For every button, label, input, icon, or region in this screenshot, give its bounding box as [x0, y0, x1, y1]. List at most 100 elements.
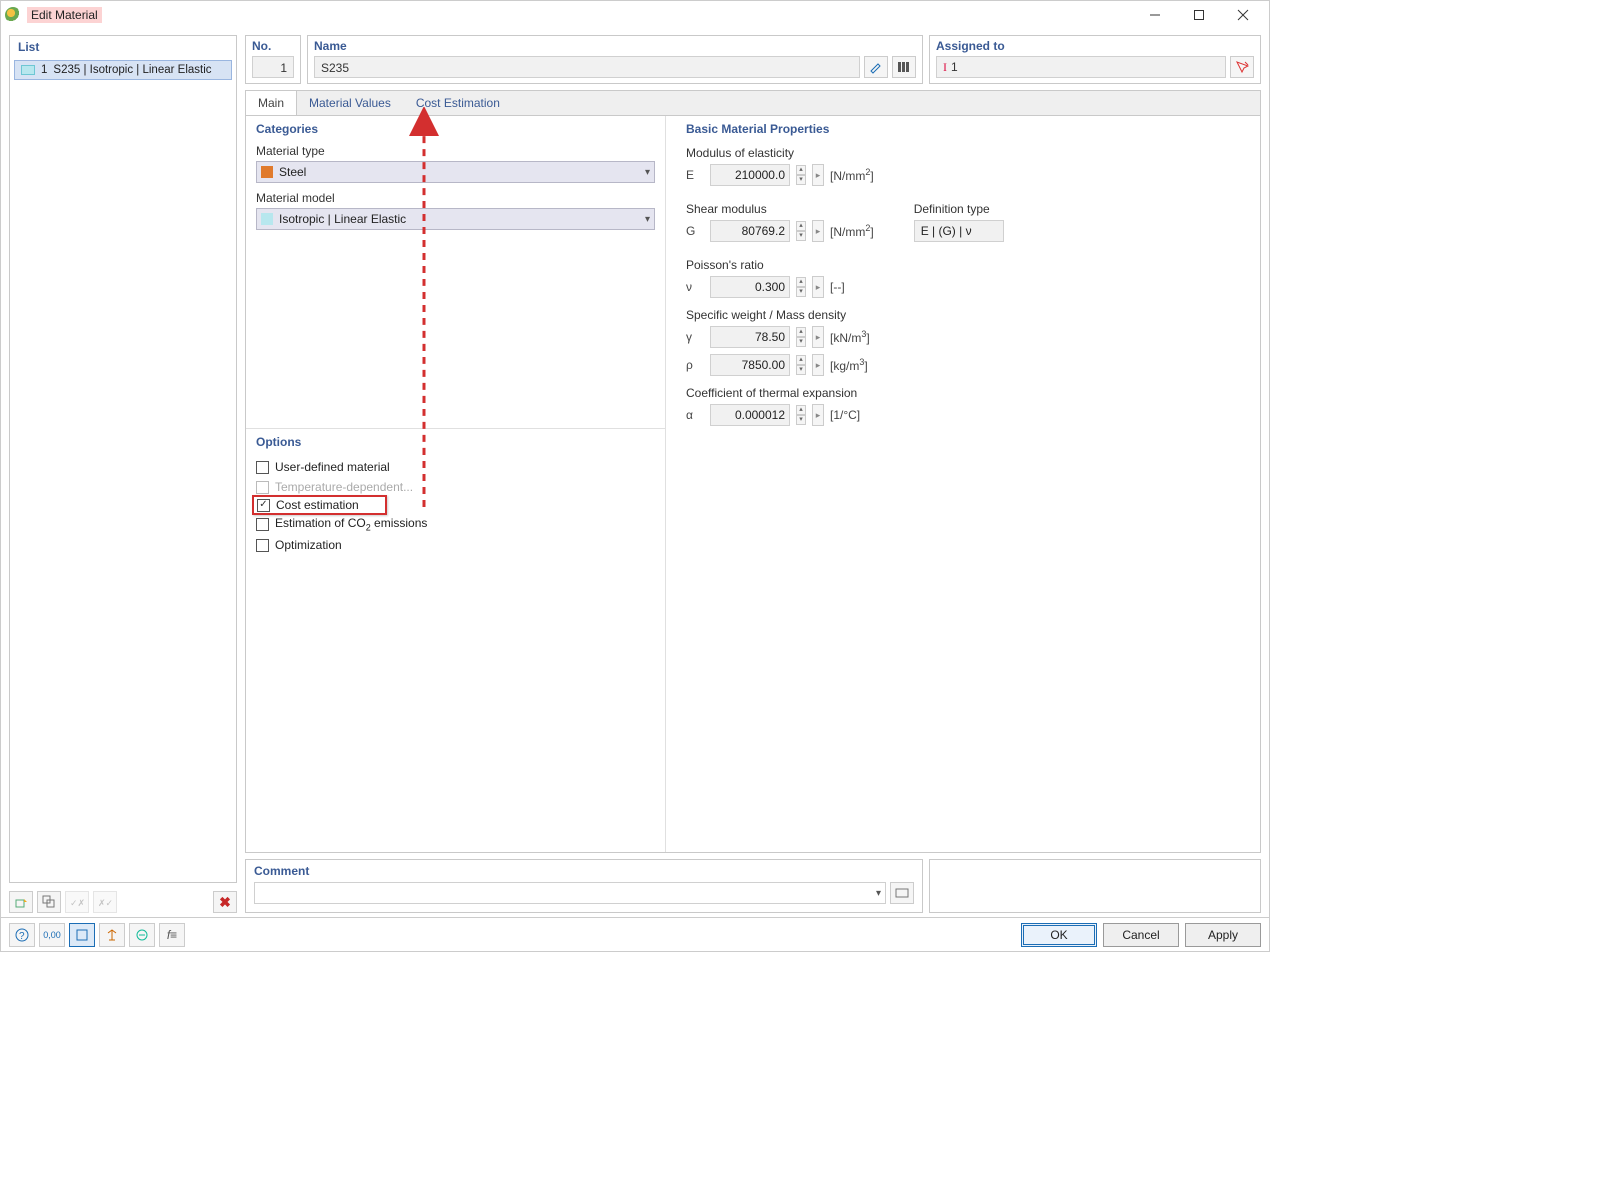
step-button[interactable]: ▸: [812, 164, 824, 186]
definition-type-field[interactable]: E | (G) | ν: [914, 220, 1004, 242]
preview-panel: [929, 859, 1261, 913]
comment-panel: Comment ▾: [245, 859, 923, 913]
assigned-field[interactable]: I 1: [936, 56, 1226, 78]
view-mode-button[interactable]: [69, 923, 95, 947]
option-co2-label: Estimation of CO2 emissions: [275, 516, 427, 532]
alpha-symbol: α: [686, 408, 704, 422]
edit-name-button[interactable]: [864, 56, 888, 78]
option-optimization[interactable]: Optimization: [256, 535, 655, 555]
tab-material-values[interactable]: Material Values: [297, 91, 404, 115]
rho-field[interactable]: 7850.00: [710, 354, 790, 376]
tab-cost-estimation[interactable]: Cost Estimation: [404, 91, 513, 115]
model-swatch-icon: [261, 213, 273, 225]
definition-type-label: Definition type: [914, 202, 1004, 216]
categories-section: Categories Material type Steel ▾ Materia…: [246, 116, 666, 428]
spinner[interactable]: ▴▾: [796, 355, 806, 375]
poisson-field[interactable]: 0.300: [710, 276, 790, 298]
material-type-dropdown[interactable]: Steel ▾: [256, 161, 655, 183]
step-button[interactable]: ▸: [812, 276, 824, 298]
alpha-label: Coefficient of thermal expansion: [686, 386, 1250, 400]
number-box: No. 1: [245, 35, 301, 84]
checkbox-icon: [256, 481, 269, 494]
gamma-field[interactable]: 78.50: [710, 326, 790, 348]
spinner[interactable]: ▴▾: [796, 327, 806, 347]
chevron-down-icon: ▾: [876, 888, 881, 899]
copy-item-button[interactable]: [37, 891, 61, 913]
checkbox-icon: [256, 518, 269, 531]
options-header: Options: [256, 435, 655, 449]
close-button[interactable]: [1221, 1, 1265, 29]
member-button[interactable]: [99, 923, 125, 947]
option-cost-label: Cost estimation: [276, 498, 359, 512]
app-icon: [5, 7, 21, 23]
list-item[interactable]: 1 S235 | Isotropic | Linear Elastic: [14, 60, 232, 80]
tabbar: Main Material Values Cost Estimation: [246, 91, 1260, 116]
name-field[interactable]: S235: [314, 56, 860, 78]
option-co2[interactable]: Estimation of CO2 emissions: [256, 513, 655, 535]
alpha-field[interactable]: 0.000012: [710, 404, 790, 426]
shear-field[interactable]: 80769.2: [710, 220, 790, 242]
assigned-box: Assigned to I 1: [929, 35, 1261, 84]
footer-toolbar: ? 0,00 f≡: [9, 923, 185, 947]
step-button[interactable]: ▸: [812, 326, 824, 348]
list-toolbar: ✓✗ ✗✓ ✖: [9, 889, 237, 913]
shear-symbol: G: [686, 224, 704, 238]
checkbox-icon: [256, 539, 269, 552]
ok-button[interactable]: OK: [1021, 923, 1097, 947]
step-button[interactable]: ▸: [812, 404, 824, 426]
mod-e-field[interactable]: 210000.0: [710, 164, 790, 186]
checkbox-checked-icon: [257, 499, 270, 512]
material-type-value: Steel: [279, 165, 306, 179]
rho-unit: [kg/m3]: [830, 357, 868, 373]
steel-swatch-icon: [261, 166, 273, 178]
list-panel: List 1 S235 | Isotropic | Linear Elastic: [9, 35, 237, 883]
chevron-down-icon: ▾: [645, 214, 650, 225]
svg-text:?: ?: [19, 931, 25, 942]
option-user-defined[interactable]: User-defined material: [256, 457, 655, 477]
cancel-button[interactable]: Cancel: [1103, 923, 1179, 947]
pick-assigned-button[interactable]: [1230, 56, 1254, 78]
tab-main[interactable]: Main: [245, 90, 297, 115]
new-item-button[interactable]: [9, 891, 33, 913]
exclude-button: ✗✓: [93, 891, 117, 913]
spinner[interactable]: ▴▾: [796, 405, 806, 425]
maximize-button[interactable]: [1177, 1, 1221, 29]
number-label: No.: [252, 39, 294, 53]
options-section: Options User-defined material Temperatur…: [246, 428, 666, 852]
list-item-text: S235 | Isotropic | Linear Elastic: [53, 64, 211, 76]
comment-field[interactable]: ▾: [254, 882, 886, 904]
option-cost-estimation[interactable]: Cost estimation: [252, 495, 387, 515]
comment-pick-button[interactable]: [890, 882, 914, 904]
spinner[interactable]: ▴▾: [796, 221, 806, 241]
assigned-label: Assigned to: [936, 39, 1254, 53]
material-type-label: Material type: [256, 144, 655, 158]
mod-e-label: Modulus of elasticity: [686, 146, 1250, 160]
units-button[interactable]: 0,00: [39, 923, 65, 947]
gamma-symbol: γ: [686, 330, 704, 344]
library-button[interactable]: [892, 56, 916, 78]
step-button[interactable]: ▸: [812, 220, 824, 242]
shear-label: Shear modulus: [686, 202, 874, 216]
function-button[interactable]: f≡: [159, 923, 185, 947]
name-label: Name: [314, 39, 916, 53]
poisson-unit: [--]: [830, 280, 845, 294]
material-model-dropdown[interactable]: Isotropic | Linear Elastic ▾: [256, 208, 655, 230]
mod-e-symbol: E: [686, 168, 704, 182]
properties-header: Basic Material Properties: [686, 122, 1250, 136]
spinner[interactable]: ▴▾: [796, 277, 806, 297]
dialog-footer: ? 0,00 f≡ OK Cancel Apply: [1, 917, 1269, 951]
step-button[interactable]: ▸: [812, 354, 824, 376]
material-model-value: Isotropic | Linear Elastic: [279, 212, 406, 226]
material-swatch-icon: [21, 65, 35, 75]
spinner[interactable]: ▴▾: [796, 165, 806, 185]
help-button[interactable]: ?: [9, 923, 35, 947]
delete-item-button[interactable]: ✖: [213, 891, 237, 913]
apply-button[interactable]: Apply: [1185, 923, 1261, 947]
calc-button[interactable]: [129, 923, 155, 947]
number-field[interactable]: 1: [252, 56, 294, 78]
option-user-defined-label: User-defined material: [275, 460, 390, 474]
titlebar: Edit Material: [1, 1, 1269, 29]
minimize-button[interactable]: [1133, 1, 1177, 29]
material-model-label: Material model: [256, 191, 655, 205]
option-temperature-label: Temperature-dependent...: [275, 480, 413, 494]
